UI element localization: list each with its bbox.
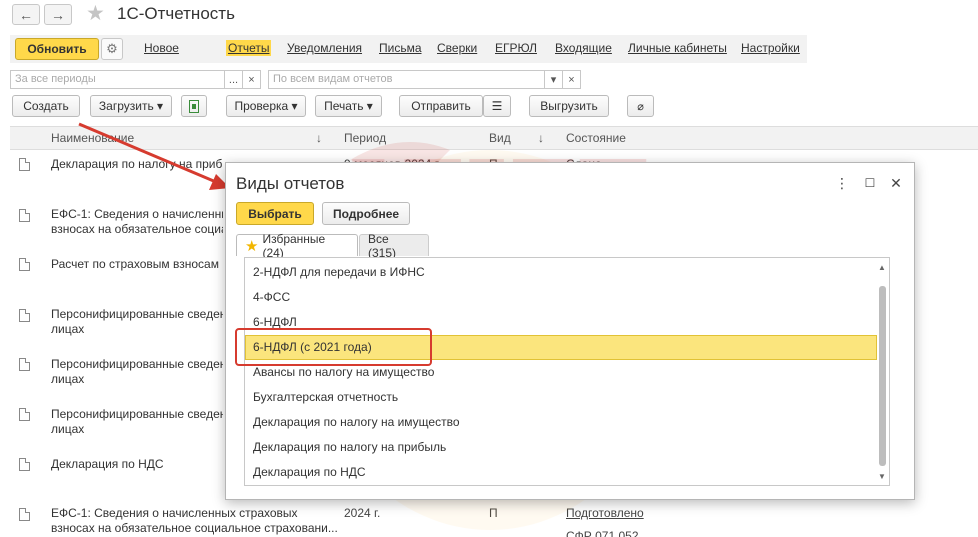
more-options-icon[interactable]: ⋮ — [832, 173, 852, 193]
scrollbar-thumb[interactable] — [879, 286, 886, 466]
tab-all-label: Все (315) — [368, 231, 397, 260]
details-button[interactable]: Подробнее — [322, 202, 410, 225]
dialog-title: Виды отчетов — [236, 174, 345, 193]
scrollbar[interactable]: ▲ ▼ — [876, 259, 888, 484]
star-icon: ★ — [245, 237, 259, 255]
tab-all[interactable]: Все (315) — [359, 232, 429, 260]
tab-favorites-label: Избранные (24) — [262, 231, 326, 260]
list-item[interactable]: Декларация по налогу на имущество — [245, 410, 877, 435]
list-item[interactable]: 4-ФСС — [245, 285, 877, 310]
tab-favorites[interactable]: ★ Избранные (24) — [236, 232, 358, 260]
select-button[interactable]: Выбрать — [236, 202, 314, 225]
list-item[interactable]: Декларация по налогу на прибыль — [245, 435, 877, 460]
list-item[interactable]: Декларация по НДС — [245, 460, 877, 485]
close-icon[interactable]: ✕ — [886, 173, 906, 193]
scroll-down-icon[interactable]: ▼ — [878, 472, 886, 481]
scroll-up-icon[interactable]: ▲ — [878, 263, 886, 272]
list-item[interactable]: Бухгалтерская отчетность — [245, 385, 877, 410]
list-item[interactable]: 2-НДФЛ для передачи в ИФНС — [245, 260, 877, 285]
annotation-highlight-frame — [235, 328, 432, 366]
maximize-icon[interactable]: ☐ — [860, 173, 880, 193]
report-types-list[interactable]: 2-НДФЛ для передачи в ИФНС 4-ФСС 6-НДФЛ … — [244, 257, 890, 486]
